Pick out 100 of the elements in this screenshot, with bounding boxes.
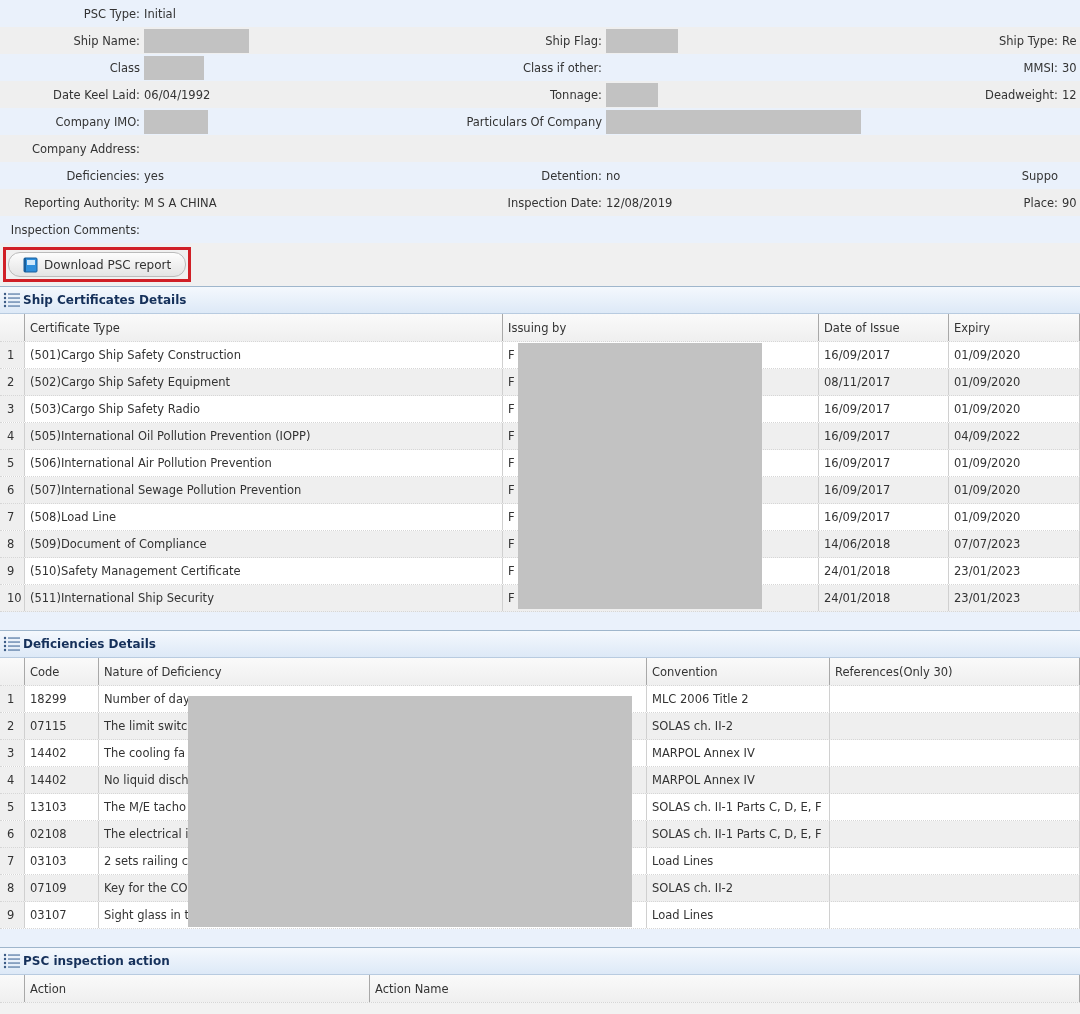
row-number: 9 [0,558,25,584]
table-cell: (509)Document of Compliance [25,531,503,557]
row-number: 5 [0,794,25,820]
table-cell: 24/01/2018 [819,558,949,584]
row-number: 1 [0,686,25,712]
field-label: Detention: [541,168,602,183]
table-cell: 01/09/2020 [949,477,1080,503]
table-cell: 01/09/2020 [949,450,1080,476]
table-cell: 14402 [25,767,99,793]
field-label: Class [109,60,140,75]
table-cell: 01/09/2020 [949,504,1080,530]
table-cell: 16/09/2017 [819,504,949,530]
field-label: Suppo [1021,168,1058,183]
table-cell: 07/07/2023 [949,531,1080,557]
table-cell: (508)Load Line [25,504,503,530]
column-header: Action [25,975,370,1002]
field-label: Ship Flag: [545,33,602,48]
header-corner [0,314,25,341]
table-cell: 16/09/2017 [819,423,949,449]
column-header: Expiry [949,314,1080,341]
table-cell: SOLAS ch. II-1 Parts C, D, E, F [647,821,830,847]
field-value: 30 [1062,60,1077,75]
table-cell: MLC 2006 Title 2 [647,686,830,712]
field-label: Date Keel Laid: [53,87,140,102]
table-cell: (510)Safety Management Certificate [25,558,503,584]
table-cell: (507)International Sewage Pollution Prevention [25,477,503,503]
field-value: Initial [144,6,176,21]
header-corner [0,975,25,1002]
section-title: PSC inspection action [23,954,170,968]
column-header: Date of Issue [819,314,949,341]
column-header: Code [25,658,99,685]
field-value: M S A CHINA [144,195,217,210]
table-cell: 16/09/2017 [819,342,949,368]
list-icon [3,292,21,308]
table-cell: 13103 [25,794,99,820]
row-number: 7 [0,504,25,530]
table-cell: (511)International Ship Security [25,585,503,611]
field-label: PSC Type: [83,6,140,21]
row-number: 5 [0,450,25,476]
table-cell: 03107 [25,902,99,928]
table-cell: MARPOL Annex IV [647,740,830,766]
book-icon [23,256,38,273]
list-icon [3,636,21,652]
row-number: 9 [0,902,25,928]
field-value: 06/04/1992 [144,87,211,102]
table-cell: 08/11/2017 [819,369,949,395]
table-cell: SOLAS ch. II-2 [647,713,830,739]
row-number: 1 [0,342,25,368]
field-label: MMSI: [1023,60,1058,75]
section-title: Deficiencies Details [23,637,156,651]
table-cell: 16/09/2017 [819,450,949,476]
table-cell: 07115 [25,713,99,739]
row-number: 7 [0,848,25,874]
table-cell: (505)International Oil Pollution Prevention (IOPP) [25,423,503,449]
table-cell: 18299 [25,686,99,712]
field-value: Re [1062,33,1077,48]
table-cell: 24/01/2018 [819,585,949,611]
field-value: 12/08/2019 [606,195,673,210]
table-cell: 01/09/2020 [949,369,1080,395]
row-number: 3 [0,740,25,766]
field-label: Inspection Date: [507,195,602,210]
table-cell: SOLAS ch. II-1 Parts C, D, E, F [647,794,830,820]
field-label: Particulars Of Company [466,114,602,129]
field-label: Ship Type: [998,33,1058,48]
table-cell: SOLAS ch. II-2 [647,875,830,901]
field-label: Ship Name: [73,33,140,48]
table-cell: 04/09/2022 [949,423,1080,449]
column-header: Nature of Deficiency [99,658,647,685]
column-header: Convention [647,658,830,685]
table-cell: (506)International Air Pollution Prevention [25,450,503,476]
download-button[interactable]: Download PSC report [8,252,187,277]
field-label: Company IMO: [55,114,140,129]
field-label: Company Address: [31,141,140,156]
column-header: References(Only 30) [830,658,1080,685]
table-cell: 14/06/2018 [819,531,949,557]
field-value: 12 [1062,87,1077,102]
field-value: 90 [1062,195,1077,210]
table-cell: Load Lines [647,902,830,928]
table-cell: 07109 [25,875,99,901]
field-label: Tonnage: [550,87,602,102]
field-value: no [606,168,621,183]
field-label: Deadweight: [985,87,1058,102]
table-cell: (503)Cargo Ship Safety Radio [25,396,503,422]
field-label: Place: [1023,195,1058,210]
column-header: Certificate Type [25,314,503,341]
table-cell: 23/01/2023 [949,585,1080,611]
table-cell: 02108 [25,821,99,847]
field-label: Class if other: [522,60,602,75]
table-cell: (501)Cargo Ship Safety Construction [25,342,503,368]
table-cell: 14402 [25,740,99,766]
list-icon [3,953,21,969]
table-cell: (502)Cargo Ship Safety Equipment [25,369,503,395]
table-cell: 03103 [25,848,99,874]
header-corner [0,658,25,685]
column-header: Action Name [370,975,1080,1002]
column-header: Issuing by [503,314,819,341]
field-label: Reporting Authority: [24,195,140,210]
table-cell: 01/09/2020 [949,342,1080,368]
table-cell: 16/09/2017 [819,477,949,503]
field-label: Deficiencies: [66,168,140,183]
